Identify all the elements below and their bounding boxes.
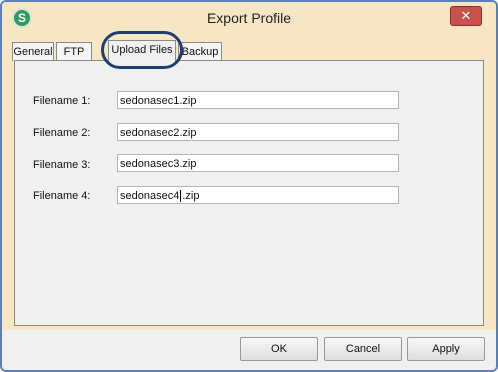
upload-files-panel: Filename 1: sedonasec1.zip Filename 2: s…: [14, 60, 484, 326]
window-title: Export Profile: [206, 10, 292, 26]
cancel-button[interactable]: Cancel: [324, 337, 402, 361]
export-profile-dialog: S Export Profile ✕ General FTP Upload Fi…: [0, 0, 498, 372]
filename-2-label: Filename 2:: [33, 127, 91, 139]
filename-2-input[interactable]: sedonasec2.zip: [117, 123, 399, 141]
filename-4-input[interactable]: sedonasec4 .zip: [117, 186, 399, 204]
filename-4-value-end: .zip: [182, 190, 200, 202]
filename-4-label: Filename 4:: [33, 190, 91, 202]
tab-highlight-annotation: [101, 31, 183, 69]
filename-1-label: Filename 1:: [33, 95, 91, 107]
tab-backup[interactable]: Backup: [178, 42, 222, 61]
apply-button[interactable]: Apply: [407, 337, 485, 361]
filename-3-input[interactable]: sedonasec3.zip: [117, 154, 399, 172]
ok-button[interactable]: OK: [240, 337, 318, 361]
close-button[interactable]: ✕: [450, 6, 482, 26]
filename-1-input[interactable]: sedonasec1.zip: [117, 91, 399, 109]
filename-3-label: Filename 3:: [33, 159, 91, 171]
title-bar: S Export Profile ✕: [2, 2, 496, 36]
button-bar: OK Cancel Apply: [2, 330, 496, 370]
filename-4-value-start: sedonasec4: [120, 190, 180, 202]
tab-general[interactable]: General: [12, 42, 54, 61]
tab-ftp[interactable]: FTP: [56, 42, 92, 61]
